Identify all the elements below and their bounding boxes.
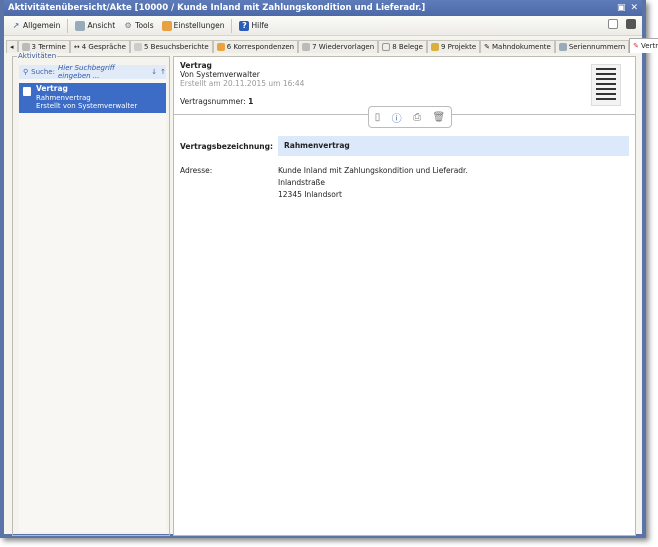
menu-hilfe[interactable]: ? Hilfe <box>236 18 271 34</box>
close-icon[interactable]: ✕ <box>630 0 638 16</box>
designation-value: Rahmenvertrag <box>278 136 629 156</box>
window-title: Aktivitätenübersicht/Akte [10000 / Kunde… <box>8 3 426 13</box>
contract-icon: ✎ <box>633 42 640 50</box>
tab-mahndokumente[interactable]: ✎ Mahndokumente <box>480 40 555 53</box>
tab-korrespondenzen[interactable]: 6 Korrespondenzen <box>212 40 299 53</box>
address-value: Kunde Inland mit Zahlungskondition und L… <box>278 166 468 199</box>
detail-author: Von Systemverwalter <box>180 70 260 79</box>
tab-label: Mahndokumente <box>492 43 551 51</box>
tab-label: 8 Belege <box>392 43 423 51</box>
item-subtitle: Rahmenvertrag <box>36 93 91 102</box>
trash-icon[interactable]: 🗑 <box>433 112 446 123</box>
report-icon <box>134 43 142 51</box>
copy-icon[interactable]: ▯ <box>375 112 381 123</box>
sort-down-icon[interactable]: ↓ <box>151 68 157 76</box>
action-toolbar: ▯ ⓘ ⎙ 🗑 <box>368 106 452 128</box>
number-label: Vertragsnummer: <box>180 97 246 106</box>
gear-icon: ⚙ <box>124 20 132 30</box>
tab-label: 4 Gespräche <box>81 43 126 51</box>
menu-tools[interactable]: ⚙ Tools <box>120 18 156 34</box>
receipt-icon <box>382 43 391 51</box>
tab-wiedervorlagen[interactable]: 7 Wiedervorlagen <box>298 40 379 53</box>
activities-group: Aktivitäten ⚲ Suche: Hier Suchbegriff eing… <box>12 52 170 536</box>
search-input[interactable]: Hier Suchbegriff eingeben ... <box>58 64 144 80</box>
search-icon: ⚲ <box>23 68 29 76</box>
menu-label: Hilfe <box>251 21 269 30</box>
phone-icon: ↔ <box>73 43 80 51</box>
reminder-icon <box>302 43 311 51</box>
project-icon <box>430 43 439 51</box>
search-bar[interactable]: ⚲ Suche: Hier Suchbegriff eingeben ... ↓ ↑ <box>19 64 166 80</box>
menu-ansicht[interactable]: Ansicht <box>72 18 118 34</box>
menu-label: Ansicht <box>87 21 116 30</box>
tab-label: 5 Besuchsberichte <box>144 43 209 51</box>
search-label: Suche: <box>31 68 55 76</box>
settings-icon <box>161 20 172 31</box>
contract-document-icon <box>591 64 621 106</box>
title-bar: Aktivitätenübersicht/Akte [10000 / Kunde… <box>4 0 642 16</box>
menu-label: Einstellungen <box>173 21 225 30</box>
toolbar: ↗ Allgemein Ansicht ⚙ Tools Einstellungen … <box>4 16 642 36</box>
tab-projekte[interactable]: 9 Projekte <box>426 40 481 53</box>
tab-bar: ◂ 3 Termine ↔ 4 Gespräche 5 Besuchsberich… <box>6 38 658 53</box>
detail-created: Erstellt am 20.11.2015 um 16:44 <box>180 79 305 88</box>
sort-up-icon[interactable]: ↑ <box>160 68 166 76</box>
menu-einstellungen[interactable]: Einstellungen <box>159 18 228 34</box>
tab-belege[interactable]: 8 Belege <box>378 40 427 53</box>
designation-label: Vertragsbezeichnung: <box>180 141 274 151</box>
arrow-icon: ↗ <box>12 20 20 30</box>
detail-title: Vertrag <box>180 61 212 70</box>
detail-panel: Vertrag Von Systemverwalter Erstellt am … <box>173 56 636 536</box>
letters-icon <box>216 43 225 51</box>
restore-icon[interactable]: ▣ <box>617 0 626 16</box>
view-icon <box>75 20 86 31</box>
tab-scroll-left[interactable]: ◂ <box>6 40 18 53</box>
tab-vertraege[interactable]: ✎Verträge <box>629 38 658 53</box>
number-value: 1 <box>248 97 254 106</box>
tab-label: 9 Projekte <box>440 43 477 51</box>
help-icon: ? <box>239 20 250 31</box>
menu-allgemein[interactable]: ↗ Allgemein <box>8 18 63 34</box>
info-icon[interactable]: ⓘ <box>392 110 402 125</box>
tab-seriennummern[interactable]: Seriennummern <box>554 40 630 53</box>
tab-label: 7 Wiedervorlagen <box>312 43 375 51</box>
tab-label: Seriennummern <box>568 43 626 51</box>
dunning-icon: ✎ <box>484 43 490 51</box>
item-creator: Erstellt von Systemverwalter <box>36 102 138 110</box>
tab-label: 3 Termine <box>31 43 66 51</box>
menu-label: Allgemein <box>23 21 61 30</box>
list-item[interactable]: Vertrag Rahmenvertrag Erstellt von Systemv… <box>19 83 166 113</box>
tab-gespraeche[interactable]: ↔ 4 Gespräche <box>69 40 130 53</box>
new-document-icon[interactable] <box>608 19 618 29</box>
calendar-icon <box>21 43 30 51</box>
print-icon[interactable]: ⎙ <box>413 112 421 123</box>
tab-besuchsberichte[interactable]: 5 Besuchsberichte <box>130 40 213 53</box>
contract-icon <box>23 87 31 96</box>
window: Aktivitätenübersicht/Akte [10000 / Kunde… <box>0 0 658 538</box>
item-title: Vertrag <box>36 84 68 93</box>
address-label: Adresse: <box>180 166 213 175</box>
tab-label: Verträge <box>641 42 658 50</box>
serial-icon <box>558 43 567 51</box>
menu-label: Tools <box>135 21 154 30</box>
group-label: Aktivitäten <box>17 52 58 60</box>
tab-label: 6 Korrespondenzen <box>226 43 295 51</box>
printer-icon[interactable] <box>626 19 636 29</box>
